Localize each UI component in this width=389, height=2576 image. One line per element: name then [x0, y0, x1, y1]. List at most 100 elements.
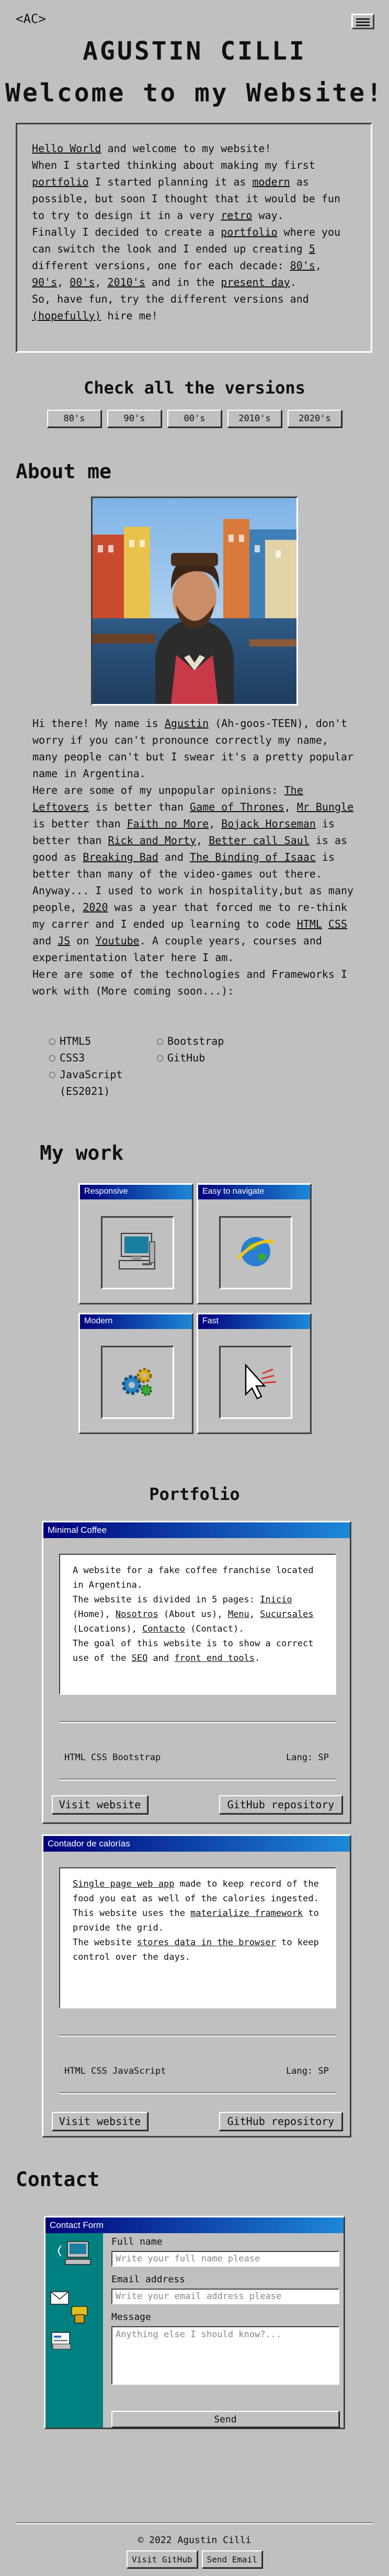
tech-list-right: Bootstrap GitHub: [156, 1033, 260, 1066]
stores-data-link[interactable]: stores data in the browser: [137, 1937, 276, 1948]
menu-button[interactable]: [351, 14, 374, 29]
project-tech: HTML CSS JavaScript: [64, 2066, 166, 2076]
sucursales-link[interactable]: Sucursales: [260, 1609, 313, 1620]
js-link[interactable]: JS: [58, 934, 70, 947]
message-label: Message: [111, 2312, 151, 2323]
tech-item: Bootstrap: [156, 1033, 260, 1049]
gears-icon: [101, 1346, 174, 1419]
project-lang: Lang: SP: [286, 2066, 329, 2076]
divider: [59, 2092, 336, 2094]
youtube-link[interactable]: Youtube: [95, 934, 139, 947]
envelope-icon: [50, 2291, 69, 2305]
visit-website-button[interactable]: Visit website: [52, 2112, 148, 2131]
contact-sidebar: [45, 2233, 103, 2428]
work-card-title: Easy to navigate: [198, 1185, 310, 1199]
visit-website-button[interactable]: Visit website: [52, 1795, 148, 1814]
contact-title: Contact: [16, 2168, 100, 2191]
tech-item: HTML5: [48, 1033, 153, 1049]
version-90s-button[interactable]: 90's: [107, 410, 162, 428]
divider: [59, 1721, 336, 1723]
phone-icon: [71, 2306, 88, 2324]
header: <AC>: [0, 0, 389, 42]
five-link[interactable]: 5: [309, 242, 315, 255]
version-00s-link[interactable]: 00's: [70, 276, 95, 288]
version-2010s-link[interactable]: 2010's: [108, 276, 145, 288]
intro-box: Hello World and welcome to my website! W…: [16, 123, 372, 353]
version-80s-link[interactable]: 80's: [290, 259, 315, 272]
version-90s-link[interactable]: 90's: [32, 276, 57, 288]
github-repository-button[interactable]: GitHub repository: [219, 1795, 342, 1814]
hello-world-link[interactable]: Hello World: [32, 142, 101, 155]
breaking-bad-link[interactable]: Breaking Bad: [83, 851, 158, 863]
seo-link[interactable]: SEO: [132, 1653, 148, 1664]
github-repository-button[interactable]: GitHub repository: [219, 2112, 342, 2131]
html-link[interactable]: HTML: [297, 918, 322, 930]
work-grid: Responsive Easy to navigate Modern Fast: [78, 1183, 312, 1434]
portfolio-link[interactable]: portfolio: [32, 176, 88, 188]
hopefully-link[interactable]: (hopefully): [32, 309, 101, 322]
project-window-minimal-coffee: Minimal Coffee A website for a fake coff…: [42, 1521, 351, 1824]
profile-photo: [91, 496, 298, 706]
computer-icon: [58, 2241, 91, 2265]
front-end-tools-link[interactable]: front end tools: [175, 1653, 255, 1664]
modern-link[interactable]: modern: [252, 176, 290, 188]
send-button[interactable]: Send: [111, 2411, 339, 2428]
version-2020s-button[interactable]: 2020's: [288, 410, 342, 428]
faith-no-more-link[interactable]: Faith no More: [127, 817, 209, 830]
globe-icon: [219, 1216, 292, 1289]
project-title: Minimal Coffee: [43, 1522, 350, 1538]
work-card-easy-to-navigate: Easy to navigate: [197, 1183, 312, 1304]
work-card-modern: Modern: [78, 1313, 193, 1434]
footer-buttons: Visit GitHub Send Email: [0, 2550, 389, 2568]
tech-item: GitHub: [156, 1049, 260, 1066]
materialize-framework-link[interactable]: materialize framework: [190, 1908, 303, 1919]
document-icon: [51, 2332, 71, 2350]
game-of-thrones-link[interactable]: Game of Thrones: [190, 801, 284, 813]
present-day-link[interactable]: present day: [221, 276, 290, 288]
versions-title: Check all the versions: [84, 378, 305, 398]
work-card-title: Modern: [80, 1314, 192, 1329]
work-card-title: Fast: [198, 1314, 310, 1329]
contact-form: Contact Form Full name Write your full n…: [44, 2216, 345, 2429]
single-page-web-app-link[interactable]: Single page web app: [73, 1879, 174, 1889]
binding-of-isaac-link[interactable]: The Binding of Isaac: [190, 851, 316, 863]
divider: [59, 2035, 336, 2037]
about-text: Hi there! My name is Agustin (Ah-goos-TE…: [32, 717, 354, 997]
css-link[interactable]: CSS: [328, 918, 347, 930]
tech-item: JavaScript (ES2021): [48, 1066, 153, 1100]
full-name-label: Full name: [111, 2236, 163, 2247]
visit-github-button[interactable]: Visit GitHub: [127, 2550, 198, 2568]
divider: [59, 1778, 336, 1781]
footer-divider: [16, 2522, 373, 2524]
better-call-saul-link[interactable]: Better call Saul: [209, 834, 310, 847]
mr-bungle-link[interactable]: Mr Bungle: [297, 801, 353, 813]
agustin-link[interactable]: Agustin: [165, 717, 209, 730]
portfolio-link-2[interactable]: portfolio: [221, 226, 277, 238]
version-2010s-button[interactable]: 2010's: [227, 410, 282, 428]
retro-link[interactable]: retro: [221, 209, 252, 222]
inicio-link[interactable]: Inicio: [260, 1595, 292, 1605]
tech-item: CSS3: [48, 1049, 153, 1066]
project-lang: Lang: SP: [286, 1752, 329, 1763]
site-logo[interactable]: <AC>: [16, 11, 46, 26]
send-email-button[interactable]: Send Email: [201, 2550, 262, 2568]
project-window-contador-de-calorias: Contador de calorías Single page web app…: [42, 1834, 351, 2138]
rick-and-morty-link[interactable]: Rick and Morty: [108, 834, 197, 847]
message-textarea[interactable]: [111, 2326, 339, 2385]
menu-link[interactable]: Menu: [228, 1609, 249, 1620]
cursor-icon: [219, 1346, 292, 1419]
full-name-input[interactable]: [111, 2251, 339, 2267]
project-description: Single page web app made to keep record …: [59, 1867, 336, 2008]
email-label: Email address: [111, 2274, 185, 2285]
version-80s-button[interactable]: 80's: [47, 410, 101, 428]
hero-name: AGUSTIN CILLI: [83, 37, 306, 66]
year-2020-link[interactable]: 2020: [83, 901, 108, 914]
version-00s-button[interactable]: 00's: [167, 410, 222, 428]
contacto-link[interactable]: Contacto: [142, 1624, 185, 1634]
email-input[interactable]: [111, 2289, 339, 2304]
work-card-fast: Fast: [197, 1313, 312, 1434]
nosotros-link[interactable]: Nosotros: [116, 1609, 158, 1620]
profile-photo-image: [93, 498, 296, 704]
project-description: A website for a fake coffee franchise lo…: [59, 1554, 336, 1695]
bojack-horseman-link[interactable]: Bojack Horseman: [221, 817, 316, 830]
